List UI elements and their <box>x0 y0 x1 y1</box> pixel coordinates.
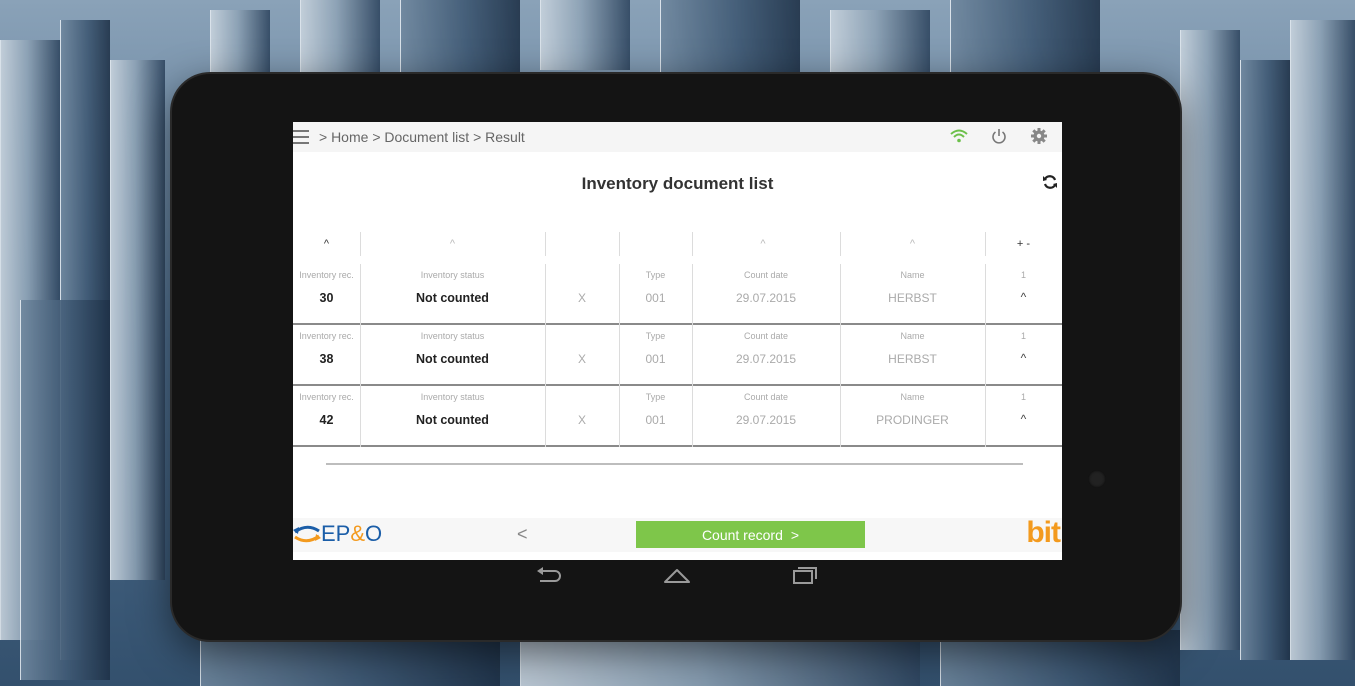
swap-arrows-icon <box>293 525 321 543</box>
label-name: Name <box>900 331 925 341</box>
row-count: 1 <box>1020 331 1026 341</box>
refresh-icon[interactable] <box>1042 174 1058 190</box>
inventory-rec-value: 38 <box>319 352 334 366</box>
status-value: Not counted <box>416 413 489 427</box>
label-count-date: Count date <box>743 392 789 402</box>
expand-row-icon[interactable]: ^ <box>985 351 1062 365</box>
expand-row-icon[interactable]: ^ <box>985 412 1062 426</box>
expand-row-icon[interactable]: ^ <box>985 290 1062 304</box>
label-type: Type <box>645 392 666 402</box>
flag-value: X <box>577 352 586 366</box>
status-value: Not counted <box>416 352 489 366</box>
inventory-table: ^ ^ ^ ^ + - Inventory rec. Inventory sta… <box>293 230 1062 447</box>
divider <box>326 463 1023 465</box>
breadcrumb-home[interactable]: > Home <box>319 129 368 145</box>
logo-text-o: O <box>365 521 383 546</box>
table-row[interactable]: Inventory rec. Inventory status Type Cou… <box>293 264 1062 325</box>
label-inventory-status: Inventory status <box>420 392 485 402</box>
sort-inventory-status[interactable]: ^ <box>360 238 545 250</box>
sort-count-date[interactable]: ^ <box>692 238 834 250</box>
label-count-date: Count date <box>743 331 789 341</box>
top-bar: > Home > Document list > Result <box>293 122 1062 152</box>
count-record-label: Count record <box>701 526 783 543</box>
breadcrumb-document-list[interactable]: > Document list <box>372 129 469 145</box>
table-row[interactable]: Inventory rec. Inventory status Type Cou… <box>293 386 1062 447</box>
chevron-right-icon: > <box>790 526 800 543</box>
label-type: Type <box>645 270 666 280</box>
menu-icon[interactable] <box>293 130 309 144</box>
bit-logo: bit <box>1026 516 1061 549</box>
logo-text-amp: & <box>350 521 366 546</box>
count-date-value: 29.07.2015 <box>735 352 797 366</box>
status-value: Not counted <box>416 291 489 305</box>
count-date-value: 29.07.2015 <box>735 291 797 305</box>
app-screen: > Home > Document list > Result Inventor… <box>293 122 1062 560</box>
breadcrumb: > Home > Document list > Result <box>319 129 525 145</box>
ep-and-o-logo: EP & O <box>293 521 382 547</box>
label-count-date: Count date <box>743 270 789 280</box>
row-count: 1 <box>1020 392 1026 402</box>
camera-lens <box>1088 470 1106 488</box>
sort-row: ^ ^ ^ ^ + - <box>293 230 1062 264</box>
label-inventory-rec: Inventory rec. <box>299 270 354 280</box>
power-icon[interactable] <box>988 125 1010 147</box>
flag-value: X <box>577 413 586 427</box>
wifi-icon <box>948 125 970 147</box>
label-name: Name <box>900 270 925 280</box>
previous-button[interactable]: < <box>517 524 528 545</box>
name-value: PRODINGER <box>876 413 949 427</box>
breadcrumb-result: > Result <box>473 129 525 145</box>
sort-inventory-rec[interactable]: ^ <box>293 238 360 250</box>
type-value: 001 <box>645 352 666 366</box>
inventory-rec-value: 30 <box>319 291 334 305</box>
android-nav-bar <box>293 560 1062 590</box>
label-inventory-rec: Inventory rec. <box>299 331 354 341</box>
back-icon[interactable] <box>533 564 565 586</box>
type-value: 001 <box>645 291 666 305</box>
row-count: 1 <box>1020 270 1026 280</box>
inventory-rec-value: 42 <box>319 413 334 427</box>
label-inventory-status: Inventory status <box>420 331 485 341</box>
flag-value: X <box>577 291 586 305</box>
gear-icon[interactable] <box>1028 125 1050 147</box>
label-inventory-rec: Inventory rec. <box>299 392 354 402</box>
name-value: HERBST <box>888 291 937 305</box>
count-record-button[interactable]: Count record > <box>636 521 865 548</box>
footer-bar: EP & O < Count record > bit <box>293 516 1062 552</box>
recents-icon[interactable] <box>788 564 820 586</box>
table-row[interactable]: Inventory rec. Inventory status Type Cou… <box>293 325 1062 386</box>
type-value: 001 <box>645 413 666 427</box>
add-remove-columns[interactable]: + - <box>985 238 1062 250</box>
label-type: Type <box>645 331 666 341</box>
sort-name[interactable]: ^ <box>840 238 985 250</box>
count-date-value: 29.07.2015 <box>735 413 797 427</box>
logo-text-ep: EP <box>321 521 351 546</box>
label-name: Name <box>900 392 925 402</box>
name-value: HERBST <box>888 352 937 366</box>
page-title: Inventory document list <box>581 174 774 193</box>
home-icon[interactable] <box>661 564 693 586</box>
label-inventory-status: Inventory status <box>420 270 485 280</box>
